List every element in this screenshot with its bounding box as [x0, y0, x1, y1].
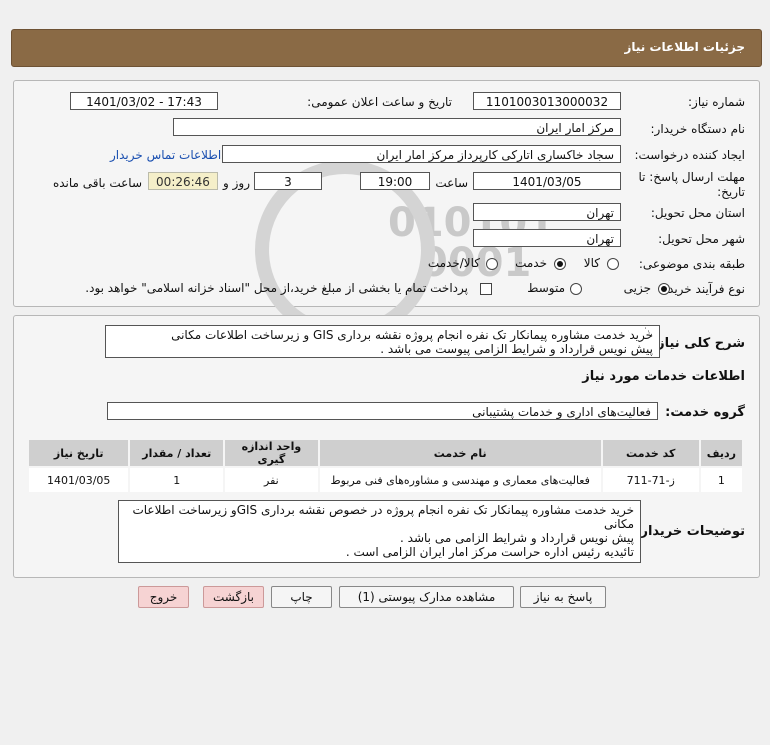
cell-unit: نفر — [225, 468, 318, 492]
reply-button[interactable]: پاسخ به نیاز — [520, 586, 606, 608]
creator-field: سجاد خاکساری اتارکی کارپرداز مرکز امار ا… — [222, 145, 621, 163]
category-service-label: خدمت — [515, 256, 547, 270]
buyer-notes-line-2: مکانی — [603, 517, 634, 531]
cell-row-number: 1 — [700, 468, 742, 492]
process-minor-radio[interactable] — [658, 283, 670, 295]
deadline-time-label: ساعت — [435, 176, 468, 190]
province-label: استان محل تحویل: — [650, 206, 745, 220]
col-row-number: ردیف — [700, 440, 742, 466]
process-medium-radio[interactable] — [570, 283, 582, 295]
announce-field: 1401/03/02 - 17:43 — [70, 92, 218, 110]
buyer-notes-line-1: خرید خدمت مشاوره پیمانکار تک نفره انجام … — [132, 503, 634, 517]
category-both-label: کالا/خدمت — [427, 256, 480, 270]
days-field: 3 — [254, 172, 322, 190]
col-service-name: نام خدمت — [319, 440, 601, 466]
services-section-title: اطلاعات خدمات مورد نیاز — [582, 369, 745, 384]
page-header: جزئیات اطلاعات نیاز — [11, 29, 762, 67]
col-unit: واحد اندازه گیری — [225, 440, 318, 466]
need-number-label: شماره نیاز: — [688, 95, 745, 109]
buyer-notes-line-3: پیش نویس قرارداد و شرایط الزامی می باشد … — [400, 531, 634, 545]
category-goods-label: کالا — [583, 256, 600, 270]
category-both-radio[interactable] — [486, 258, 498, 270]
resize-handle-icon[interactable]: ⋰ — [644, 327, 653, 337]
col-service-code: کد خدمت — [602, 440, 699, 466]
table-header-row: ردیف کد خدمت نام خدمت واحد اندازه گیری ت… — [29, 440, 742, 466]
description-label: شرح کلی نیاز: — [651, 336, 745, 351]
deadline-time-field: 19:00 — [360, 172, 430, 190]
need-number-field: 1101003013000032 — [473, 92, 621, 110]
table-row: 1 ز-71-711 فعالیت‌های معماری و مهندسی و … — [29, 468, 742, 492]
description-line-2: پیش نویس قرارداد و شرایط الزامی پیوست می… — [380, 342, 653, 356]
services-table: ردیف کد خدمت نام خدمت واحد اندازه گیری ت… — [27, 438, 744, 494]
deadline-date-field: 1401/03/05 — [473, 172, 621, 190]
exit-button[interactable]: خروج — [138, 586, 189, 608]
category-label: طبقه بندی موضوعی: — [638, 257, 745, 271]
announce-label: تاریخ و ساعت اعلان عمومی: — [307, 95, 452, 109]
buyer-notes-label: توضیحات خریدار: — [635, 524, 745, 539]
creator-label: ایجاد کننده درخواست: — [634, 148, 745, 162]
treasury-payment-note: پرداخت تمام یا بخشی از مبلغ خرید،از محل … — [85, 281, 468, 295]
process-label: نوع فرآیند خرید : — [660, 282, 745, 296]
remaining-time-field: 00:26:46 — [148, 172, 218, 190]
description-line-1: خرید خدمت مشاوره پیمانکار تک نفره انجام … — [171, 328, 653, 342]
province-field: تهران — [473, 203, 621, 221]
need-info-panel — [13, 80, 760, 307]
back-button[interactable]: بازگشت — [203, 586, 264, 608]
deadline-label: مهلت ارسال پاسخ: تا — [638, 170, 745, 184]
buyer-notes-field: خرید خدمت مشاوره پیمانکار تک نفره انجام … — [118, 500, 641, 563]
col-quantity: تعداد / مقدار — [130, 440, 224, 466]
service-group-field: فعالیت‌های اداری و خدمات پشتیبانی — [107, 402, 658, 420]
print-button[interactable]: چاپ — [271, 586, 332, 608]
view-attachments-button[interactable]: مشاهده مدارک پیوستی (1) — [339, 586, 514, 608]
city-field: تهران — [473, 229, 621, 247]
cell-service-code: ز-71-711 — [602, 468, 699, 492]
city-label: شهر محل تحویل: — [658, 232, 745, 246]
category-service-radio[interactable] — [554, 258, 566, 270]
remaining-label: ساعت باقی مانده — [52, 176, 142, 190]
days-label: روز و — [223, 176, 250, 190]
description-field: خرید خدمت مشاوره پیمانکار تک نفره انجام … — [105, 325, 660, 358]
cell-service-name: فعالیت‌های معماری و مهندسی و مشاوره‌های … — [319, 468, 601, 492]
process-medium-label: متوسط — [527, 281, 565, 295]
cell-need-date: 1401/03/05 — [29, 468, 129, 492]
page-title: جزئیات اطلاعات نیاز — [624, 40, 745, 54]
buyer-notes-line-4: تائیدیه رئیس اداره حراست مرکز امار ایران… — [345, 545, 634, 559]
col-need-date: تاریخ نیاز — [29, 440, 129, 466]
buyer-org-field: مرکز امار ایران — [173, 118, 621, 136]
buyer-org-label: نام دستگاه خریدار: — [650, 122, 746, 136]
cell-quantity: 1 — [130, 468, 224, 492]
buyer-contact-link[interactable]: اطلاعات تماس خریدار — [110, 148, 221, 162]
category-goods-radio[interactable] — [607, 258, 619, 270]
process-minor-label: جزیی — [623, 281, 651, 295]
deadline-label-date: تاریخ: — [717, 185, 745, 199]
treasury-payment-checkbox[interactable] — [480, 283, 492, 295]
service-group-label: گروه خدمت: — [665, 405, 745, 420]
